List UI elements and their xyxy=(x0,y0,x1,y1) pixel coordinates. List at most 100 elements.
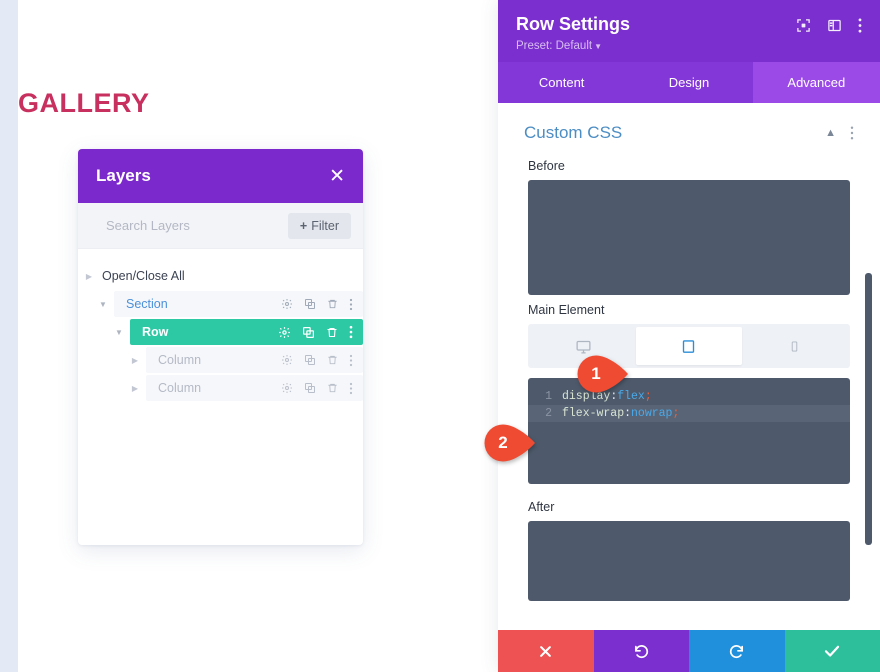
redo-button[interactable] xyxy=(689,630,785,672)
trash-icon[interactable] xyxy=(327,382,338,394)
undo-icon xyxy=(634,644,648,658)
chevron-down-icon[interactable]: ▼ xyxy=(108,328,130,337)
device-toggle-tablet[interactable] xyxy=(636,327,742,365)
canvas-left-strip xyxy=(0,0,18,672)
layer-row-body: Row xyxy=(130,319,363,345)
duplicate-icon[interactable] xyxy=(302,326,315,339)
main-element-field-label: Main Element xyxy=(528,303,605,317)
preset-label: Preset: Default xyxy=(516,40,593,52)
chevron-right-icon[interactable]: ▶ xyxy=(124,356,146,365)
more-vertical-icon[interactable] xyxy=(858,18,862,33)
main-element-code-editor[interactable]: 1 display: flex; 2 flex-wrap: nowrap; xyxy=(528,378,850,484)
plus-icon: + xyxy=(299,218,308,233)
chevron-up-icon[interactable]: ▲ xyxy=(825,127,836,139)
cancel-button[interactable] xyxy=(498,630,594,672)
layer-label: Section xyxy=(126,297,168,311)
css-colon: : xyxy=(624,407,632,420)
line-number: 1 xyxy=(545,390,552,403)
device-toggle-phone[interactable] xyxy=(742,327,847,365)
settings-title: Row Settings xyxy=(516,14,631,34)
open-close-all-label: Open/Close All xyxy=(102,269,185,283)
layer-row-actions xyxy=(278,325,353,339)
settings-body: Custom CSS ▲ Before Main Element 1 displ… xyxy=(498,103,880,630)
row-settings-panel: Row Settings Preset: Default ▼ Content De… xyxy=(498,0,880,672)
layer-row-section[interactable]: ▼ Section xyxy=(78,291,363,317)
close-icon[interactable]: ✕ xyxy=(329,167,345,186)
gear-icon[interactable] xyxy=(281,354,293,366)
trash-icon[interactable] xyxy=(327,298,338,310)
callout-marker-2: 2 xyxy=(484,424,536,462)
settings-action-bar xyxy=(498,630,880,672)
layer-row-actions xyxy=(281,298,353,311)
layer-label: Column xyxy=(158,381,202,395)
search-input[interactable] xyxy=(106,218,288,233)
checkmark-icon xyxy=(825,645,840,657)
before-css-textarea[interactable] xyxy=(528,180,850,295)
duplicate-icon[interactable] xyxy=(304,298,316,310)
settings-scrollbar[interactable] xyxy=(865,273,872,545)
page-title: GALLERY xyxy=(18,88,150,118)
after-css-textarea[interactable] xyxy=(528,521,850,601)
layers-tree: ▶ Open/Close All ▼ Section ▼ Row ▶ Colum… xyxy=(78,249,363,401)
desktop-icon xyxy=(576,340,591,354)
layers-panel: Layers ✕ +Filter ▶ Open/Close All ▼ Sect… xyxy=(78,149,363,545)
custom-css-section-header[interactable]: Custom CSS ▲ xyxy=(498,103,880,151)
layer-row-row[interactable]: ▼ Row xyxy=(78,319,363,345)
layers-search-row: +Filter xyxy=(78,203,363,249)
layer-row-actions xyxy=(281,354,353,367)
trash-icon[interactable] xyxy=(326,326,338,339)
filter-button-label: Filter xyxy=(311,218,339,233)
more-vertical-icon[interactable] xyxy=(850,126,854,140)
chevron-down-icon[interactable]: ▼ xyxy=(92,300,114,309)
trash-icon[interactable] xyxy=(327,354,338,366)
callout-number: 2 xyxy=(498,433,508,452)
css-value: nowrap xyxy=(631,407,673,420)
before-field-label: Before xyxy=(528,159,565,173)
layer-label: Row xyxy=(142,325,169,339)
callout-number: 1 xyxy=(591,364,601,383)
after-field-label: After xyxy=(528,500,555,514)
more-vertical-icon[interactable] xyxy=(349,382,353,395)
layer-row-body: Column xyxy=(146,375,363,401)
preset-selector[interactable]: Preset: Default ▼ xyxy=(516,40,862,52)
undo-button[interactable] xyxy=(593,630,689,672)
layer-row-column-1[interactable]: ▶ Column xyxy=(78,347,363,373)
custom-css-title: Custom CSS xyxy=(524,123,623,142)
line-number: 2 xyxy=(545,407,552,420)
settings-tabs: Content Design Advanced xyxy=(498,62,880,103)
duplicate-icon[interactable] xyxy=(304,382,316,394)
layer-label: Column xyxy=(158,353,202,367)
focus-icon[interactable] xyxy=(796,18,811,33)
tab-content[interactable]: Content xyxy=(498,62,625,103)
callout-marker-1: 1 xyxy=(577,355,629,393)
css-semicolon: ; xyxy=(644,390,652,403)
layer-row-body: Column xyxy=(146,347,363,373)
save-button[interactable] xyxy=(784,630,880,672)
gear-icon[interactable] xyxy=(281,298,293,310)
gear-icon[interactable] xyxy=(281,382,293,394)
layers-panel-title: Layers xyxy=(96,166,151,185)
layers-panel-header: Layers ✕ xyxy=(78,149,363,203)
close-icon xyxy=(540,645,552,657)
open-close-all-row[interactable]: ▶ Open/Close All xyxy=(78,263,363,289)
duplicate-icon[interactable] xyxy=(304,354,316,366)
tab-design[interactable]: Design xyxy=(625,62,752,103)
screenshot-root: GALLERY Layers ✕ +Filter ▶ Open/Close Al… xyxy=(0,0,880,672)
more-vertical-icon[interactable] xyxy=(349,298,353,311)
chevron-right-icon: ▶ xyxy=(85,271,93,281)
more-vertical-icon[interactable] xyxy=(349,325,353,339)
filter-button[interactable]: + Filter xyxy=(287,212,351,239)
tab-advanced[interactable]: Advanced xyxy=(752,62,880,103)
settings-header: Row Settings Preset: Default ▼ xyxy=(498,0,880,62)
css-property: flex-wrap xyxy=(562,407,625,420)
gear-icon[interactable] xyxy=(278,326,291,339)
chevron-down-icon: ▼ xyxy=(594,42,602,51)
chevron-right-icon[interactable]: ▶ xyxy=(124,384,146,393)
css-semicolon: ; xyxy=(672,407,680,420)
layout-panel-icon[interactable] xyxy=(827,18,842,33)
phone-icon xyxy=(791,340,798,352)
redo-icon xyxy=(730,644,744,658)
code-line: 2 flex-wrap: nowrap; xyxy=(528,405,850,422)
more-vertical-icon[interactable] xyxy=(349,354,353,367)
layer-row-column-2[interactable]: ▶ Column xyxy=(78,375,363,401)
